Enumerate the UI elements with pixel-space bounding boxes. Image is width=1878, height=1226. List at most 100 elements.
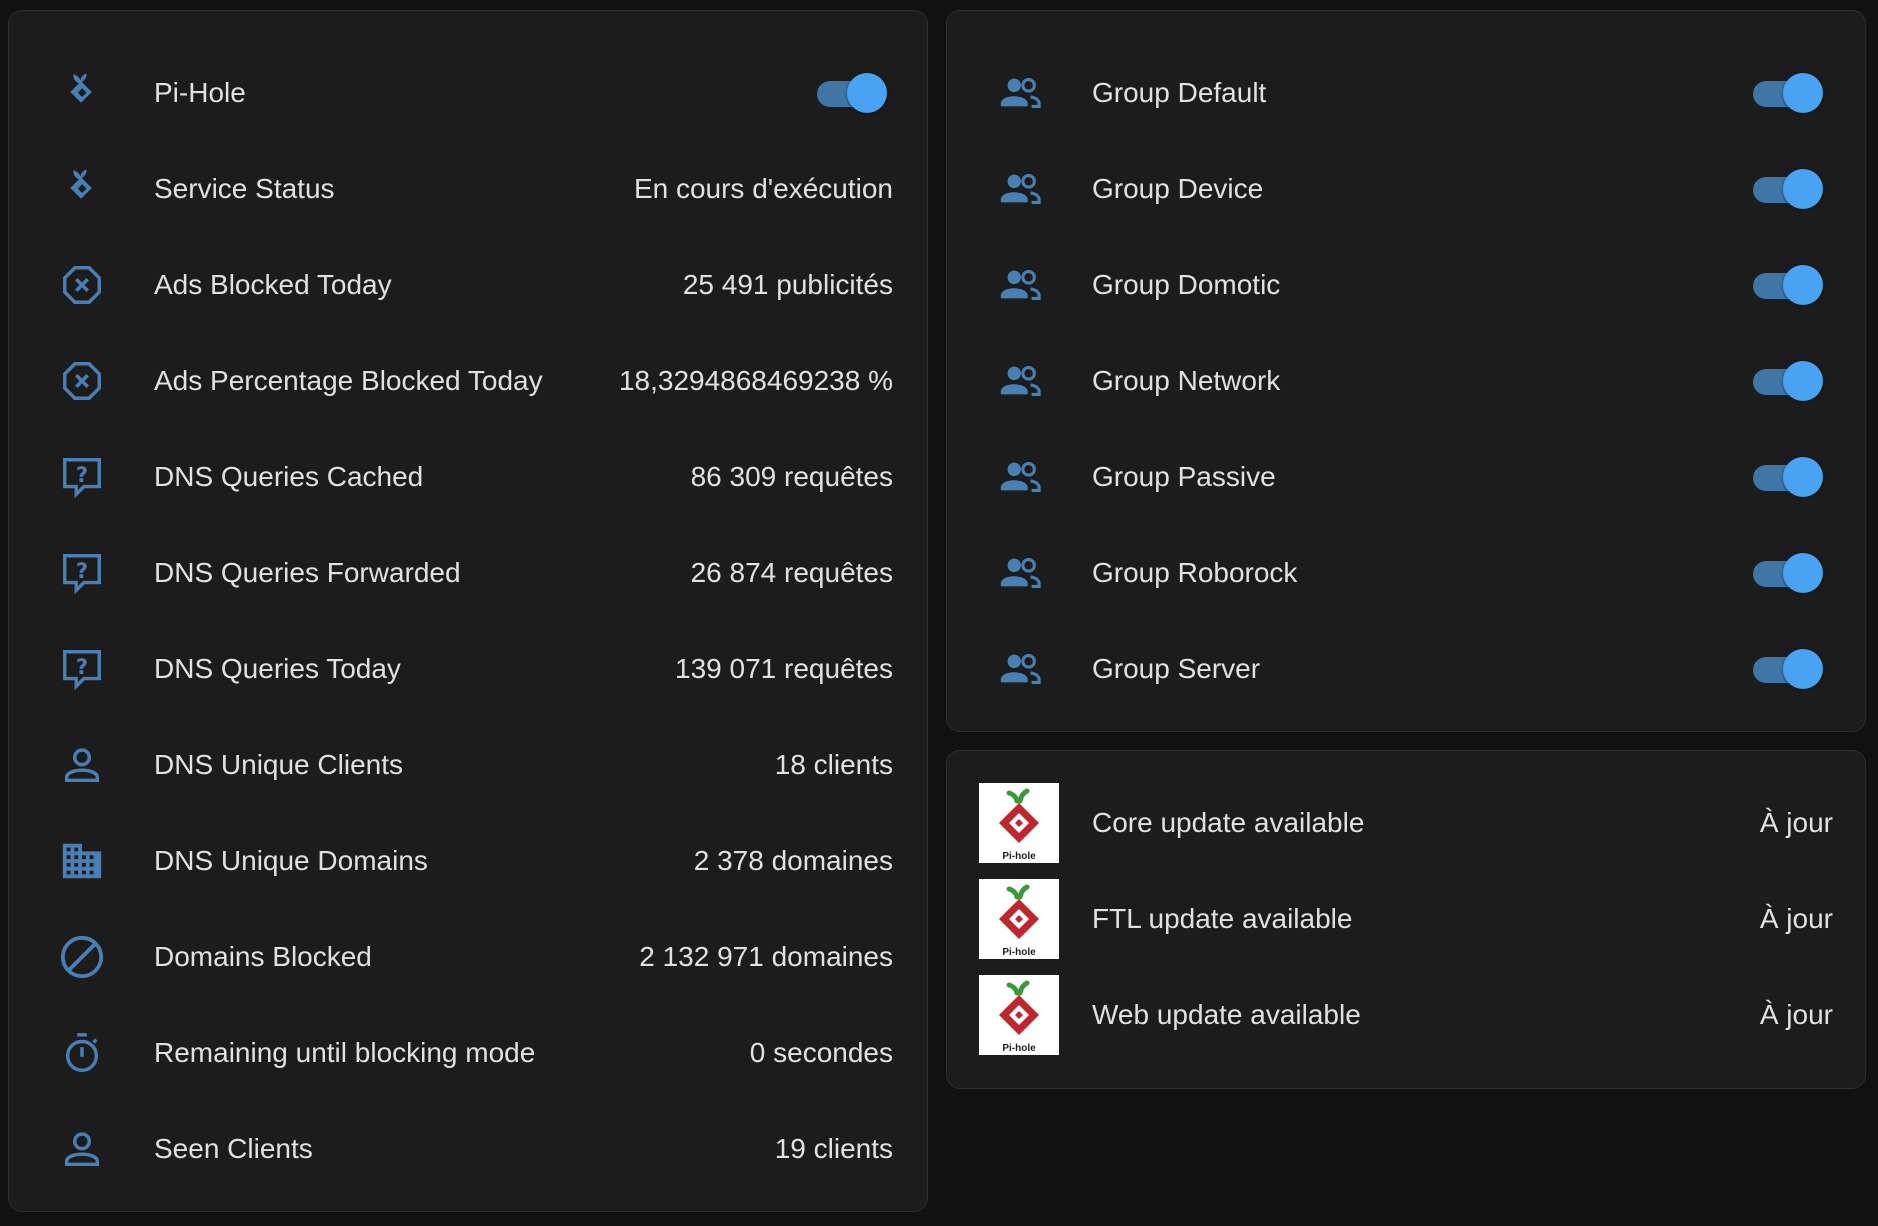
toggle-thumb xyxy=(1783,265,1823,305)
group-row-device[interactable]: Group Device xyxy=(947,141,1865,237)
sensor-value: 25 491 publicités xyxy=(682,269,893,300)
sensor-label: Remaining until blocking mode xyxy=(154,1037,536,1068)
toggle-thumb xyxy=(1783,169,1823,209)
toggle-thumb xyxy=(847,73,887,113)
pihole-icon xyxy=(59,70,105,116)
pihole-logo: Pi-hole xyxy=(979,975,1059,1055)
update-label: Core update available xyxy=(1092,807,1365,838)
svg-text:Pi-hole: Pi-hole xyxy=(1002,1043,1036,1054)
group-device-toggle[interactable] xyxy=(1751,168,1823,210)
sensor-label: Domains Blocked xyxy=(154,941,372,972)
group-row-server[interactable]: Group Server xyxy=(947,621,1865,717)
question-comment-icon: ? xyxy=(59,550,105,596)
svg-text:?: ? xyxy=(76,558,88,583)
sensor-value: 2 378 domaines xyxy=(693,845,893,876)
toggle-thumb xyxy=(1783,457,1823,497)
sensor-value: En cours d'exécution xyxy=(633,173,893,204)
group-network-toggle[interactable] xyxy=(1751,360,1823,402)
group-label: Group Network xyxy=(1092,365,1281,396)
sensor-row-dns-unique-domains[interactable]: DNS Unique Domains 2 378 domaines xyxy=(9,813,927,909)
group-row-network[interactable]: Group Network xyxy=(947,333,1865,429)
account-group-icon xyxy=(997,358,1043,404)
question-comment-icon: ? xyxy=(59,646,105,692)
sensor-label: Seen Clients xyxy=(154,1133,313,1164)
update-status: À jour xyxy=(1759,999,1833,1030)
pihole-icon xyxy=(59,166,105,212)
sensor-row-ads-blocked-today[interactable]: Ads Blocked Today 25 491 publicités xyxy=(9,237,927,333)
update-label: FTL update available xyxy=(1092,903,1353,934)
group-domotic-toggle[interactable] xyxy=(1751,264,1823,306)
group-row-default[interactable]: Group Default xyxy=(947,45,1865,141)
group-label: Group Passive xyxy=(1092,461,1276,492)
pihole-switch-label: Pi-Hole xyxy=(154,77,246,108)
pihole-toggle[interactable] xyxy=(815,72,887,114)
sensor-row-remaining-blocking-mode[interactable]: Remaining until blocking mode 0 secondes xyxy=(9,1005,927,1101)
close-octagon-icon xyxy=(59,358,105,404)
pihole-switch-row[interactable]: Pi-Hole xyxy=(9,45,927,141)
sensor-label: DNS Queries Forwarded xyxy=(154,557,461,588)
update-row-web[interactable]: Pi-hole Web update available À jour xyxy=(947,967,1865,1063)
svg-text:?: ? xyxy=(76,462,88,487)
sensor-label: Service Status xyxy=(154,173,335,204)
svg-text:Pi-hole: Pi-hole xyxy=(1002,851,1036,862)
sensor-value: 26 874 requêtes xyxy=(690,557,893,588)
group-label: Group Device xyxy=(1092,173,1264,204)
sensor-value: 86 309 requêtes xyxy=(690,461,893,492)
sensor-value: 18,3294868469238 % xyxy=(618,365,893,396)
sensor-value: 2 132 971 domaines xyxy=(639,941,893,972)
group-default-toggle[interactable] xyxy=(1751,72,1823,114)
group-label: Group Default xyxy=(1092,77,1267,108)
pihole-sensors-card: Pi-Hole Service Status En cours d'exécut… xyxy=(8,10,928,1212)
sensor-row-dns-queries-today[interactable]: ? DNS Queries Today 139 071 requêtes xyxy=(9,621,927,717)
close-octagon-icon xyxy=(59,262,105,308)
sensor-value: 19 clients xyxy=(774,1133,893,1164)
update-row-core[interactable]: Pi-hole Core update available À jour xyxy=(947,775,1865,871)
sensor-row-ads-percentage-blocked[interactable]: Ads Percentage Blocked Today 18,32948684… xyxy=(9,333,927,429)
group-server-toggle[interactable] xyxy=(1751,648,1823,690)
update-row-ftl[interactable]: Pi-hole FTL update available À jour xyxy=(947,871,1865,967)
sensor-value: 139 071 requêtes xyxy=(675,653,893,684)
sensor-label: DNS Unique Clients xyxy=(154,749,403,780)
pihole-logo: Pi-hole xyxy=(979,879,1059,959)
sensor-row-dns-unique-clients[interactable]: DNS Unique Clients 18 clients xyxy=(9,717,927,813)
sensor-label: DNS Queries Cached xyxy=(154,461,424,492)
pihole-groups-card: Group Default Group Device Group Domotic… xyxy=(946,10,1866,732)
account-icon xyxy=(59,742,105,788)
update-status: À jour xyxy=(1759,903,1833,934)
toggle-thumb xyxy=(1783,361,1823,401)
sensor-label: Ads Blocked Today xyxy=(154,269,392,300)
toggle-thumb xyxy=(1783,649,1823,689)
sensor-label: Ads Percentage Blocked Today xyxy=(154,365,543,396)
sensor-label: DNS Queries Today xyxy=(154,653,401,684)
toggle-thumb xyxy=(1783,553,1823,593)
group-passive-toggle[interactable] xyxy=(1751,456,1823,498)
group-label: Group Server xyxy=(1092,653,1261,684)
sensor-row-dns-queries-forwarded[interactable]: ? DNS Queries Forwarded 26 874 requêtes xyxy=(9,525,927,621)
account-group-icon xyxy=(997,550,1043,596)
account-group-icon xyxy=(997,166,1043,212)
cancel-icon xyxy=(59,934,105,980)
sensor-row-seen-clients[interactable]: Seen Clients 19 clients xyxy=(9,1101,927,1197)
group-row-passive[interactable]: Group Passive xyxy=(947,429,1865,525)
sensor-row-dns-queries-cached[interactable]: ? DNS Queries Cached 86 309 requêtes xyxy=(9,429,927,525)
svg-text:?: ? xyxy=(76,654,88,679)
sensor-value: 0 secondes xyxy=(749,1037,893,1068)
toggle-thumb xyxy=(1783,73,1823,113)
account-group-icon xyxy=(997,262,1043,308)
pihole-updates-card: Pi-hole Core update available À jour Pi-… xyxy=(946,750,1866,1089)
group-roborock-toggle[interactable] xyxy=(1751,552,1823,594)
question-comment-icon: ? xyxy=(59,454,105,500)
domain-icon xyxy=(59,838,105,884)
group-row-roborock[interactable]: Group Roborock xyxy=(947,525,1865,621)
sensor-row-domains-blocked[interactable]: Domains Blocked 2 132 971 domaines xyxy=(9,909,927,1005)
sensor-row-service-status[interactable]: Service Status En cours d'exécution xyxy=(9,141,927,237)
group-label: Group Domotic xyxy=(1092,269,1281,300)
account-group-icon xyxy=(997,646,1043,692)
sensor-label: DNS Unique Domains xyxy=(154,845,428,876)
group-label: Group Roborock xyxy=(1092,557,1298,588)
sensor-value: 18 clients xyxy=(774,749,893,780)
svg-text:Pi-hole: Pi-hole xyxy=(1002,947,1036,958)
update-status: À jour xyxy=(1759,807,1833,838)
group-row-domotic[interactable]: Group Domotic xyxy=(947,237,1865,333)
account-group-icon xyxy=(997,454,1043,500)
